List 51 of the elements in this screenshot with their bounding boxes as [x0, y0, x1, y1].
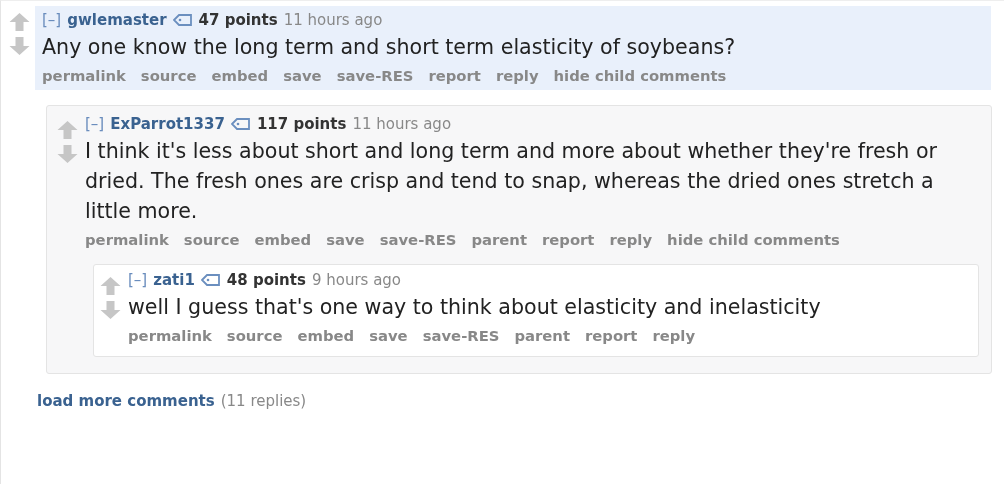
author-link[interactable]: zati1	[153, 270, 195, 290]
collapse-toggle[interactable]: [–]	[85, 114, 105, 134]
upvote-icon[interactable]	[57, 121, 78, 139]
comment-text: well I guess that's one way to think about elasticity and inelasticity	[128, 294, 822, 321]
action-link[interactable]: reply	[609, 230, 653, 250]
comment-text: I think it's less about short and long term and more about whether they're fresh or dried. The fresh ones are crisp and tend to snap, whereas the dried ones stretch a little more.	[85, 138, 938, 225]
upvote-icon[interactable]	[9, 13, 30, 31]
downvote-icon[interactable]	[9, 37, 30, 55]
action-link[interactable]: parent	[514, 326, 570, 346]
tag-icon[interactable]	[200, 274, 221, 286]
score: 117 points	[256, 114, 347, 134]
score: 48 points	[226, 270, 306, 290]
action-link[interactable]: permalink	[128, 326, 212, 346]
action-link[interactable]: save	[283, 66, 322, 86]
collapse-toggle[interactable]: [–]	[42, 10, 62, 30]
downvote-icon[interactable]	[100, 301, 121, 319]
action-link[interactable]: hide child comments	[553, 66, 727, 86]
load-more-link[interactable]: load more comments	[37, 392, 215, 410]
tag-icon[interactable]	[172, 14, 193, 26]
action-link[interactable]: source	[183, 230, 240, 250]
action-link[interactable]: source	[140, 66, 197, 86]
reply-count: (11 replies)	[220, 392, 307, 410]
comment-text: Any one know the long term and short term elasticity of soybeans?	[42, 34, 737, 61]
upvote-icon[interactable]	[100, 277, 121, 295]
author-link[interactable]: ExParrot1337	[110, 114, 225, 134]
action-link[interactable]: report	[541, 230, 595, 250]
timestamp: 11 hours ago	[352, 114, 452, 134]
action-link[interactable]: hide child comments	[667, 230, 840, 250]
author-link[interactable]: gwlemaster	[67, 10, 167, 30]
action-link[interactable]: source	[226, 326, 283, 346]
action-link[interactable]: save-RES	[379, 230, 457, 250]
action-link[interactable]: permalink	[85, 230, 169, 250]
action-link[interactable]: embed	[254, 230, 312, 250]
action-link[interactable]: save	[326, 230, 365, 250]
action-link[interactable]: parent	[471, 230, 527, 250]
action-link[interactable]: report	[428, 66, 481, 86]
timestamp: 11 hours ago	[283, 10, 383, 30]
action-link[interactable]: save	[369, 326, 408, 346]
action-link[interactable]: permalink	[42, 66, 126, 86]
score: 47 points	[198, 10, 278, 30]
action-link[interactable]: save-RES	[336, 66, 414, 86]
action-link[interactable]: report	[584, 326, 638, 346]
tag-icon[interactable]	[230, 118, 251, 130]
action-link[interactable]: embed	[211, 66, 269, 86]
timestamp: 9 hours ago	[311, 270, 402, 290]
action-link[interactable]: reply	[495, 66, 539, 86]
downvote-icon[interactable]	[57, 145, 78, 163]
action-link[interactable]: save-RES	[422, 326, 500, 346]
action-link[interactable]: embed	[297, 326, 355, 346]
action-link[interactable]: reply	[652, 326, 696, 346]
collapse-toggle[interactable]: [–]	[128, 270, 148, 290]
